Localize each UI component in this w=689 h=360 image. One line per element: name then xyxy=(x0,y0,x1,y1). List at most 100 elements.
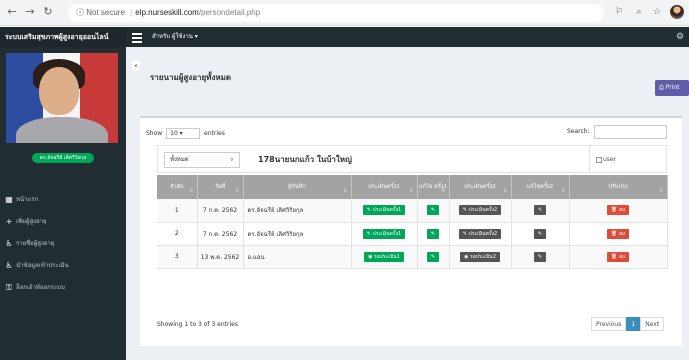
evaluate-1-button[interactable]: ✎ ประเมินครั้ง1 xyxy=(362,205,406,216)
not-secure-label: Not secure xyxy=(86,8,125,17)
user-photo xyxy=(6,53,118,143)
sidebar-item-logout[interactable]: ⚿ ล็อกเอ้าท์ออกระบบ xyxy=(0,277,126,299)
sidebar-menu: ▦ หน้าแรก + เพิ่มผู้สูงอายุ ♿ รายชื่อผู้… xyxy=(0,189,126,299)
dashboard-icon: ▦ xyxy=(5,195,13,204)
hospital-name: 178นายนกแก้ว ในบ้าใหญ่ xyxy=(258,155,352,164)
column-header[interactable]: ลำดับ ⇅ xyxy=(157,175,198,199)
site-select-value: ทั้งหมด xyxy=(170,156,189,163)
column-header[interactable]: ประเมินครั้ง2 ⇅ xyxy=(449,175,512,199)
previous-button[interactable]: Previous xyxy=(591,317,627,331)
show-label: Show xyxy=(146,130,163,137)
assessment-icon: ♿ xyxy=(5,261,13,270)
info-icon[interactable]: ⓘ xyxy=(76,8,84,17)
sort-icon: ⇅ xyxy=(235,188,240,194)
entries-value: 10 xyxy=(170,130,178,137)
pending-evaluate-2-button[interactable]: ◉ รอประเมิน2 xyxy=(460,251,500,262)
menu-toggle-icon[interactable] xyxy=(132,31,142,43)
column-header[interactable]: ปรับปรุง ⇅ xyxy=(569,175,668,199)
row-date: 13 พ.ค. 2562 xyxy=(197,245,244,269)
sidebar: ดร.อัจฉรีย์ เลิศวิริยกุล ▦ หน้าแรก + เพิ… xyxy=(0,47,126,360)
row-recorder: ดร.อัจฉรีย์ เลิศวิริยกุล xyxy=(243,222,352,246)
table-row: 1 7 ก.ค. 2562 ดร.อัจฉรีย์ เลิศวิริยกุล ✎… xyxy=(157,199,668,223)
chevron-down-icon: ∨ xyxy=(229,156,234,163)
sidebar-item-assessment[interactable]: ♿ นำข้อมูลเข้าประเมิน xyxy=(0,255,126,277)
forward-icon[interactable]: → xyxy=(22,4,38,20)
user-menu[interactable]: สำหรับ ผู้ใช้งาน ▾ xyxy=(152,27,198,47)
sort-icon: ⇅ xyxy=(561,188,566,194)
table-row: 3 13 พ.ค. 2562 อ.แอน ◉ รอประเมิน1 ✎ ◉ รอ… xyxy=(157,245,668,269)
search-label: Search: xyxy=(567,128,590,135)
logout-icon: ⚿ xyxy=(5,283,13,292)
user-name-badge: ดร.อัจฉรีย์ เลิศวิริยกุล xyxy=(32,153,94,163)
sort-icon: ⇅ xyxy=(189,188,194,194)
table-header-row: ลำดับ ⇅ วันที่ ⇅ ผู้บันทึก ⇅ ประเมินครั้ง1 ⇅… xyxy=(157,175,668,199)
row-number: 1 xyxy=(157,199,198,223)
elderly-list-icon: ♿ xyxy=(5,239,13,248)
column-header[interactable]: ผู้บันทึก ⇅ xyxy=(243,175,352,199)
row-date: 7 ก.ค. 2562 xyxy=(197,222,244,246)
edit-icon[interactable]: ✎ xyxy=(533,251,547,262)
row-recorder: ดร.อัจฉรีย์ เลิศวิริยกุล xyxy=(243,199,352,223)
entries-length-control: Show 10 ▾ entries xyxy=(146,128,225,139)
sidebar-item-add-elderly[interactable]: + เพิ่มผู้สูงอายุ xyxy=(0,211,126,233)
delete-button[interactable]: 🗑 ลบ xyxy=(606,251,630,262)
bookmark-star-icon[interactable]: ☆ xyxy=(650,5,664,19)
edit-icon[interactable]: ✎ xyxy=(426,251,440,262)
filter-header: ทั้งหมด ∨ 178นายนกแก้ว ในบ้าใหญ่ user xyxy=(157,145,667,174)
sort-icon: ⇅ xyxy=(409,188,414,194)
elderly-table: ลำดับ ⇅ วันที่ ⇅ ผู้บันทึก ⇅ ประเมินครั้ง1 ⇅… xyxy=(157,175,668,269)
app-header: ระบบเสริมสุขภาพผู้สูงอายุออนไลน์ สำหรับ … xyxy=(0,27,689,47)
delete-button[interactable]: 🗑 ลบ xyxy=(606,228,630,239)
column-header[interactable]: แก้ไขครั้ง2 ⇅ xyxy=(511,175,570,199)
profile-avatar[interactable] xyxy=(670,5,684,19)
sidebar-item-label: หน้าแรก xyxy=(16,196,39,203)
column-header[interactable]: แก้ไข ครั้ง1 ⇅ xyxy=(417,175,450,199)
back-icon[interactable]: ← xyxy=(4,4,20,20)
sidebar-item-label: รายชื่อผู้สูงอายุ xyxy=(16,240,55,247)
print-icon: ⎙ xyxy=(659,84,664,91)
edit-icon[interactable]: ✎ xyxy=(533,205,547,216)
search-input[interactable] xyxy=(594,125,667,139)
page-title: รายนามผู้สูงอายุทั้งหมด xyxy=(150,73,232,82)
zoom-icon[interactable]: ⌕ xyxy=(632,5,646,19)
data-table-box: Show 10 ▾ entries Search: ทั้งหมด ∨ 178น… xyxy=(140,116,682,346)
evaluate-2-button[interactable]: ✎ ประเมินครั้ง2 xyxy=(458,228,502,239)
add-user-icon: + xyxy=(5,217,13,226)
page-1-button[interactable]: 1 xyxy=(626,317,641,331)
address-bar[interactable]: ⓘ Not secure | elp.nurseskill.com/persond… xyxy=(68,4,604,22)
delete-button[interactable]: 🗑 ลบ xyxy=(606,205,630,216)
evaluate-1-button[interactable]: ✎ ประเมินครั้ง1 xyxy=(362,228,406,239)
row-number: 3 xyxy=(157,245,198,269)
reload-icon[interactable]: ↻ xyxy=(40,4,56,20)
translate-icon[interactable]: ⚐ xyxy=(612,5,626,19)
print-label: Print xyxy=(665,84,680,91)
url-host: elp.nurseskill.com xyxy=(135,8,199,17)
app-title[interactable]: ระบบเสริมสุขภาพผู้สูงอายุออนไลน์ xyxy=(0,27,126,47)
sort-icon: ⇅ xyxy=(659,188,664,194)
column-header[interactable]: ประเมินครั้ง1 ⇅ xyxy=(351,175,418,199)
main-content: ‹ รายนามผู้สูงอายุทั้งหมด ⎙ Print Show 1… xyxy=(126,47,689,360)
browser-toolbar: ← → ↻ ⓘ Not secure | elp.nurseskill.com/p… xyxy=(0,0,689,26)
row-number: 2 xyxy=(157,222,198,246)
pagination: Previous 1 Next xyxy=(591,317,665,331)
pending-evaluate-1-button[interactable]: ◉ รอประเมิน1 xyxy=(364,251,404,262)
user-image-alt: user xyxy=(603,156,617,163)
site-select[interactable]: ทั้งหมด ∨ xyxy=(164,152,240,168)
chevron-left-icon[interactable]: ‹ xyxy=(132,61,140,71)
sort-icon: ⇅ xyxy=(343,188,348,194)
print-button[interactable]: ⎙ Print xyxy=(655,80,689,96)
column-header[interactable]: วันที่ ⇅ xyxy=(197,175,244,199)
sidebar-item-label: ล็อกเอ้าท์ออกระบบ xyxy=(16,284,65,291)
sidebar-item-label: เพิ่มผู้สูงอายุ xyxy=(16,218,47,225)
evaluate-2-button[interactable]: ✎ ประเมินครั้ง2 xyxy=(458,205,502,216)
edit-icon[interactable]: ✎ xyxy=(533,228,547,239)
next-button[interactable]: Next xyxy=(640,317,665,331)
table-info: Showing 1 to 3 of 3 entries xyxy=(157,321,238,328)
sidebar-item-home[interactable]: ▦ หน้าแรก xyxy=(0,189,126,211)
edit-icon[interactable]: ✎ xyxy=(426,205,440,216)
entries-select[interactable]: 10 ▾ xyxy=(166,128,201,139)
sidebar-item-elderly-list[interactable]: ♿ รายชื่อผู้สูงอายุ xyxy=(0,233,126,255)
sort-icon: ⇅ xyxy=(503,188,508,194)
edit-icon[interactable]: ✎ xyxy=(426,228,440,239)
gear-icon[interactable]: ⚙ xyxy=(676,27,684,47)
